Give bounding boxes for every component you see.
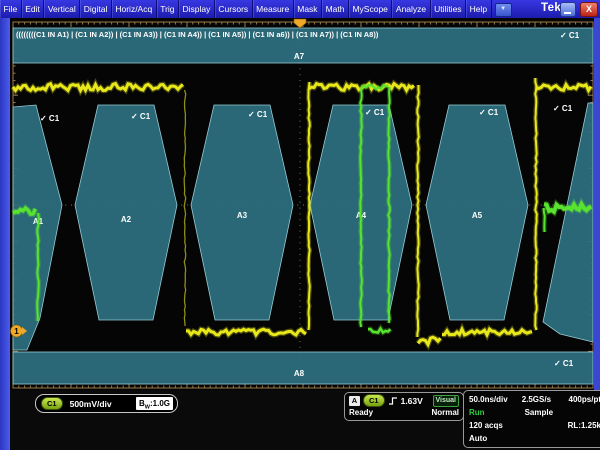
trigger-status: Ready (349, 408, 373, 417)
menu-item-help[interactable]: Help (466, 0, 491, 18)
menu-item-trig[interactable]: Trig (157, 0, 179, 18)
trigger-row-1: A C1 1.63V Visual (349, 394, 459, 407)
minimize-icon (564, 12, 571, 14)
chevron-down-icon: ▼ (500, 6, 506, 12)
close-icon: X (586, 4, 592, 14)
horizontal-row-2: Run Sample (469, 406, 600, 419)
trigger-level: 1.63V (401, 396, 423, 406)
mask-channel-check-a7: ✓ C1 (560, 31, 580, 40)
waveform-yellow-segment-1 (184, 90, 186, 326)
menu-item-math[interactable]: Math (322, 0, 349, 18)
close-button[interactable]: X (580, 2, 598, 17)
channel-readout[interactable]: C1 500mV/div BW:1.0G (35, 394, 178, 413)
menu-overflow-button[interactable]: ▼ (495, 3, 512, 17)
menu-item-cursors[interactable]: Cursors (215, 0, 253, 18)
menu-bar: FileEditVerticalDigitalHoriz/AcqTrigDisp… (0, 0, 600, 18)
bw-value: :1.0G (150, 399, 170, 408)
run-state: Run (469, 408, 485, 417)
menu-item-analyze[interactable]: Analyze (392, 0, 430, 18)
resolution: 400ps/pt (569, 395, 600, 404)
window-frame-right (594, 18, 600, 392)
tek-logo: Tek (541, 2, 561, 14)
waveform-display[interactable]: A7 ✓ C1 ((((((((C1 IN A1) | (C1 IN A2)) | … (10, 18, 594, 392)
menu-items: FileEditVerticalDigitalHoriz/AcqTrigDisp… (0, 0, 492, 18)
menu-item-mask[interactable]: Mask (294, 0, 322, 18)
menu-item-display[interactable]: Display (179, 0, 215, 18)
mask-area-a6[interactable] (543, 103, 593, 342)
trigger-readout[interactable]: A C1 1.63V Visual Ready Normal (344, 392, 464, 421)
menu-item-myscope[interactable]: MyScope (349, 0, 392, 18)
mask-label-a8: A8 (294, 369, 305, 378)
horizontal-row-3: 120 acqs RL:1.25k (469, 419, 600, 432)
scope-screen: A7 ✓ C1 ((((((((C1 IN A1) | (C1 IN A2)) | … (10, 18, 594, 392)
sample-rate: 2.5GS/s (522, 395, 551, 404)
mask-channel-check-a6: ✓ C1 (553, 104, 573, 113)
menu-item-measure[interactable]: Measure (253, 0, 294, 18)
menu-item-file[interactable]: File (0, 0, 22, 18)
horizontal-readout[interactable]: 50.0ns/div 2.5GS/s 400ps/pt Run Sample 1… (463, 390, 600, 448)
timebase: 50.0ns/div (469, 395, 508, 404)
channel-1-marker-label: 1 (14, 327, 19, 336)
horizontal-row-4: Auto (469, 432, 600, 445)
readout-bar: C1 500mV/div BW:1.0G A C1 1.63V Visual R… (10, 390, 600, 450)
mask-area-a8[interactable] (13, 352, 593, 384)
horizontal-row-1: 50.0ns/div 2.5GS/s 400ps/pt (469, 393, 600, 406)
waveform-yellow-segment-5 (417, 85, 419, 337)
trigger-a-badge: A (349, 396, 360, 406)
menu-item-utilities[interactable]: Utilities (431, 0, 466, 18)
mask-channel-check-a1: ✓ C1 (40, 114, 60, 123)
mask-channel-check-a3: ✓ C1 (248, 110, 268, 119)
record-length: RL:1.25k (568, 421, 600, 430)
minimize-button[interactable] (560, 2, 576, 17)
bandwidth-readout: BW:1.0G (136, 397, 173, 410)
mask-label-a3: A3 (237, 211, 248, 220)
mask-area-a2[interactable] (75, 105, 177, 320)
menu-item-digital[interactable]: Digital (80, 0, 112, 18)
rising-edge-icon (388, 396, 398, 406)
menu-item-vertical[interactable]: Vertical (44, 0, 80, 18)
menu-item-horiz-acq[interactable]: Horiz/Acq (112, 0, 157, 18)
trigger-source-badge: C1 (363, 394, 385, 407)
channel-badge[interactable]: C1 (41, 397, 63, 410)
mask-channel-check-a8: ✓ C1 (554, 359, 574, 368)
menu-item-edit[interactable]: Edit (22, 0, 45, 18)
mask-formula: ((((((((C1 IN A1) | (C1 IN A2)) | (C1 IN… (16, 30, 379, 39)
mask-channel-check-a5: ✓ C1 (479, 108, 499, 117)
trigger-mode: Normal (431, 408, 459, 417)
window-frame-left (0, 18, 10, 450)
trigger-row-2: Ready Normal (349, 408, 459, 417)
visual-trigger-badge[interactable]: Visual (433, 395, 460, 407)
oscilloscope-window: FileEditVerticalDigitalHoriz/AcqTrigDisp… (0, 0, 600, 450)
waveform-green-segment-6 (544, 208, 545, 232)
waveform-yellow-segment-3 (308, 82, 310, 330)
trigger-mode-auto: Auto (469, 434, 487, 443)
mask-label-a7: A7 (294, 52, 305, 61)
mask-channel-check-a4: ✓ C1 (365, 108, 385, 117)
channel-scale: 500mV/div (70, 399, 112, 409)
mask-label-a5: A5 (472, 211, 483, 220)
trigger-position-marker[interactable] (294, 19, 306, 28)
mask-channel-check-a2: ✓ C1 (131, 112, 151, 121)
waveform-green-segment-4 (388, 87, 390, 323)
mask-label-a2: A2 (121, 215, 132, 224)
acquisition-count: 120 acqs (469, 421, 503, 430)
acquisition-mode: Sample (525, 408, 553, 417)
